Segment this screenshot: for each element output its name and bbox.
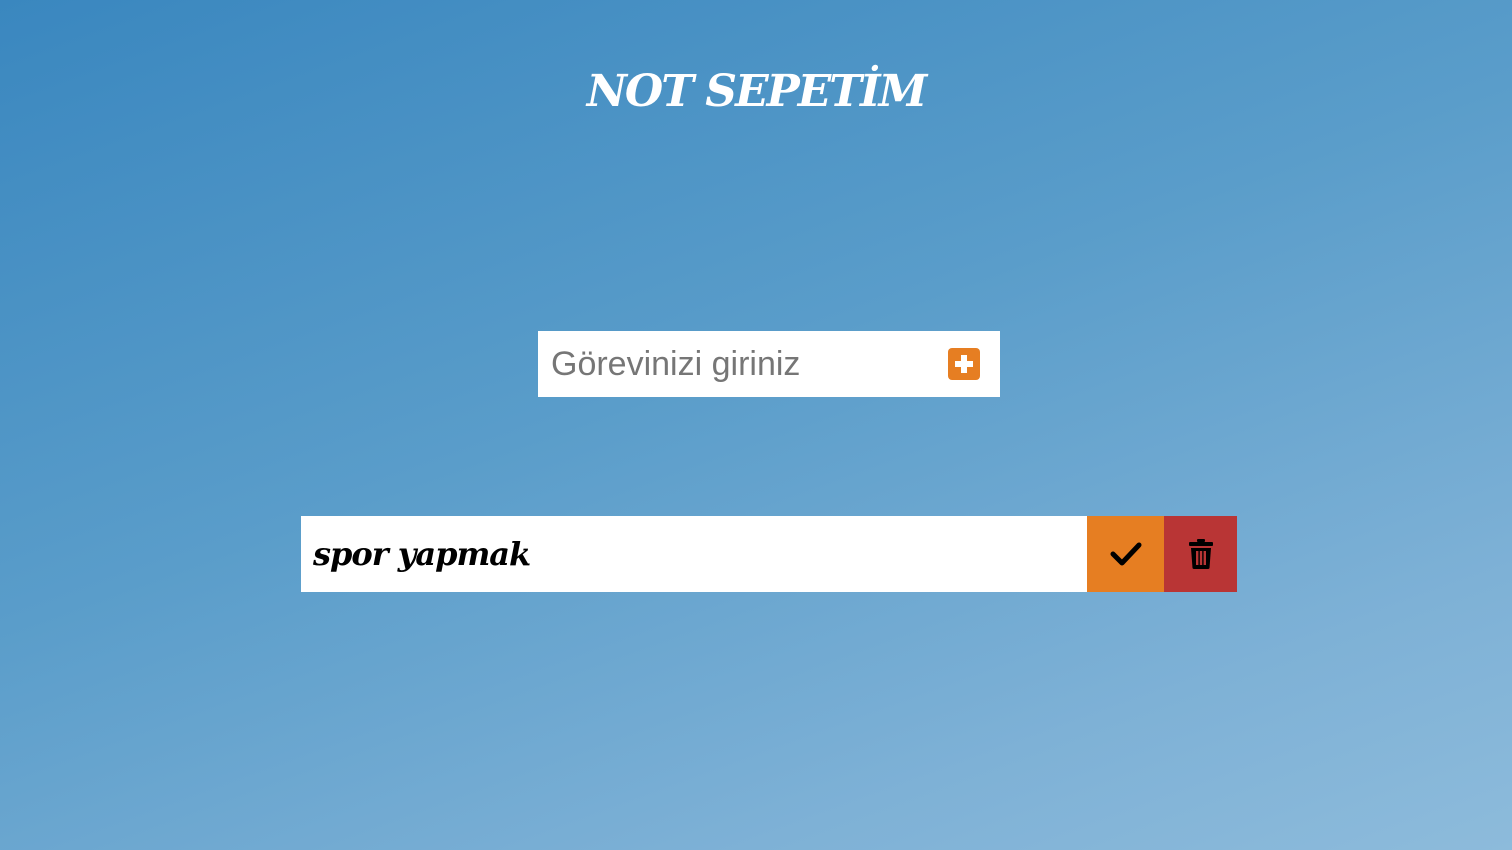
- task-input[interactable]: [538, 331, 933, 397]
- complete-button[interactable]: [1087, 516, 1164, 592]
- app-title: NOT SEPETİM: [586, 66, 928, 117]
- trash-icon: [1188, 539, 1213, 569]
- todo-item-text: spor yapmak: [301, 516, 1087, 592]
- todo-item: spor yapmak: [301, 516, 1237, 592]
- delete-button[interactable]: [1164, 516, 1237, 592]
- plus-square-icon: [955, 355, 973, 373]
- check-icon: [1110, 542, 1141, 566]
- add-task-button[interactable]: [948, 348, 980, 380]
- todo-form: [538, 331, 1000, 397]
